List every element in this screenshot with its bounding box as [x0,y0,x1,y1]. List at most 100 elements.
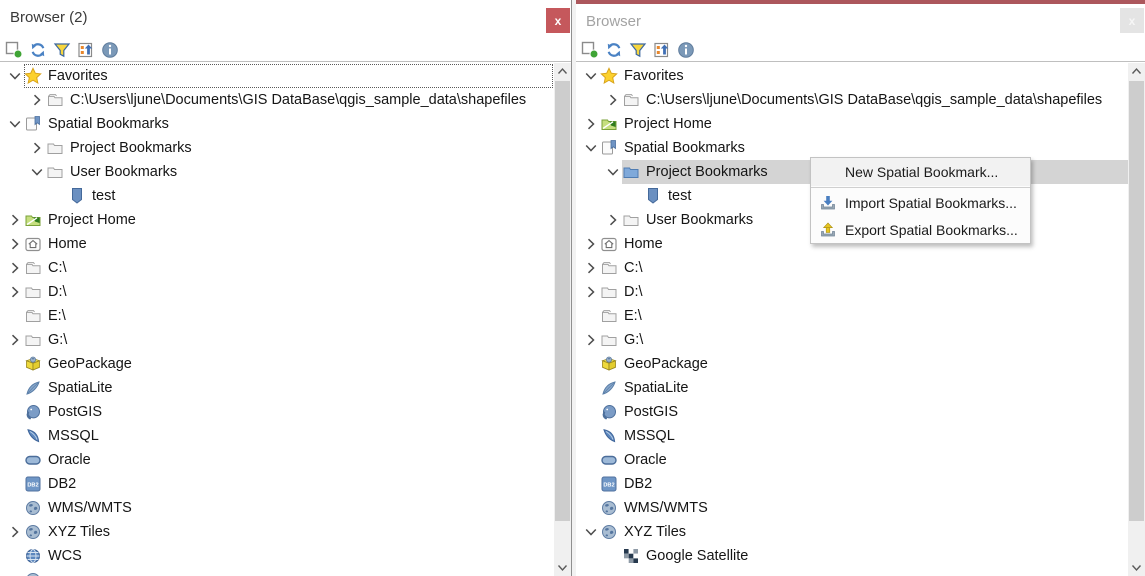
chevron-down-icon[interactable] [28,160,46,184]
scroll-down-button[interactable] [554,559,571,576]
tree-item[interactable]: C:\ [576,256,1128,280]
scroll-up-button[interactable] [1128,63,1145,80]
collapse-all-button[interactable] [653,41,671,59]
scroll-up-button[interactable] [554,63,571,80]
left-panel-toolbar [0,38,571,62]
tree-item-body: Favorites [24,64,554,88]
close-panel-button[interactable]: x [546,8,570,33]
chevron-down-icon[interactable] [604,160,622,184]
tree-item[interactable]: Favorites [0,64,554,88]
tree-item[interactable]: XYZ Tiles [576,520,1128,544]
tree-item[interactable]: MSSQL [0,424,554,448]
chevron-right-icon[interactable] [28,136,46,160]
tree-item[interactable]: Project Home [0,208,554,232]
refresh-button[interactable] [29,41,47,59]
tree-item[interactable]: D:\ [0,280,554,304]
chevron-right-icon[interactable] [582,112,600,136]
tree-item[interactable]: SpatiaLite [0,376,554,400]
chevron-right-icon[interactable] [6,280,24,304]
chevron-down-icon[interactable] [6,64,24,88]
tree-item[interactable]: WMS/WMTS [0,496,554,520]
chevron-right-icon[interactable] [604,88,622,112]
chevron-down-icon[interactable] [6,112,24,136]
chevron-down-icon[interactable] [582,64,600,88]
chevron-right-icon[interactable] [604,208,622,232]
tree-item[interactable]: E:\ [576,304,1128,328]
tree-item[interactable]: XYZ Tiles [0,520,554,544]
tree-item[interactable]: Project Bookmarks [0,136,554,160]
scroll-down-button[interactable] [1128,559,1145,576]
tree-item[interactable]: Google Satellite [576,544,1128,568]
collapse-all-button[interactable] [77,41,95,59]
menu-item[interactable]: New Spatial Bookmark... [811,158,1030,186]
tree-item[interactable]: C:\Users\ljune\Documents\GIS DataBase\qg… [576,88,1128,112]
tree-item[interactable] [0,568,554,576]
tree-item[interactable]: C:\ [0,256,554,280]
tree-item[interactable]: SpatiaLite [576,376,1128,400]
properties-button[interactable] [101,41,119,59]
folder-icon [46,163,64,181]
tree-item-label: MSSQL [48,428,99,444]
tree-item[interactable]: GeoPackage [0,352,554,376]
chevron-right-icon[interactable] [582,232,600,256]
expander-spacer [582,352,600,376]
filter-button[interactable] [53,41,71,59]
tree-item[interactable]: Favorites [576,64,1128,88]
home-icon [24,235,42,253]
tree-item-label: Project Home [624,116,712,132]
tree-item[interactable]: PostGIS [576,400,1128,424]
tree-item[interactable]: C:\Users\ljune\Documents\GIS DataBase\qg… [0,88,554,112]
tree-item[interactable]: D:\ [576,280,1128,304]
tree-item[interactable]: G:\ [0,328,554,352]
db2-icon: DB2 [600,475,618,493]
vertical-scrollbar[interactable] [554,63,571,576]
scrollbar-thumb[interactable] [1129,81,1144,521]
chevron-right-icon[interactable] [28,88,46,112]
filter-button[interactable] [629,41,647,59]
chevron-right-icon[interactable] [6,232,24,256]
tree-item[interactable]: MSSQL [576,424,1128,448]
tree-item[interactable]: E:\ [0,304,554,328]
chevron-right-icon[interactable] [6,208,24,232]
close-panel-button[interactable]: x [1120,8,1144,33]
chevron-right-icon[interactable] [6,328,24,352]
folder-open-icon [622,91,640,109]
tree-item[interactable]: Spatial Bookmarks [0,112,554,136]
properties-button[interactable] [677,41,695,59]
chevron-right-icon[interactable] [6,520,24,544]
chevron-down-icon[interactable] [582,136,600,160]
tree-item[interactable]: WMS/WMTS [576,496,1128,520]
tree-item[interactable]: Project Home [576,112,1128,136]
tree-item[interactable]: Oracle [576,448,1128,472]
tree-item-body: DB2DB2 [24,472,554,496]
tree-item-body: GeoPackage [24,352,554,376]
tree-item[interactable]: G:\ [576,328,1128,352]
chevron-right-icon[interactable] [6,256,24,280]
scrollbar-thumb[interactable] [555,81,570,521]
tree-item-body: Google Satellite [622,544,1128,568]
tree-item[interactable]: GeoPackage [576,352,1128,376]
chevron-right-icon[interactable] [582,280,600,304]
tree-item[interactable]: Home [0,232,554,256]
tree-item-label: WCS [48,548,82,564]
tree-item-label: test [92,188,115,204]
add-layer-button[interactable] [581,41,599,59]
tree-item[interactable]: Oracle [0,448,554,472]
tree-item[interactable]: test [0,184,554,208]
tree-item[interactable]: PostGIS [0,400,554,424]
refresh-button[interactable] [605,41,623,59]
left-panel-title: Browser (2) [10,9,88,26]
chevron-down-icon[interactable] [582,520,600,544]
tree-item-body: GeoPackage [600,352,1128,376]
vertical-scrollbar[interactable] [1128,63,1145,576]
chevron-right-icon[interactable] [582,256,600,280]
tree-item[interactable]: User Bookmarks [0,160,554,184]
add-layer-button[interactable] [5,41,23,59]
menu-item[interactable]: Import Spatial Bookmarks... [811,189,1030,216]
tree-item[interactable]: DB2DB2 [576,472,1128,496]
tree-item[interactable]: DB2DB2 [0,472,554,496]
tree-item[interactable]: WCS [0,544,554,568]
chevron-right-icon[interactable] [582,328,600,352]
tree-item-body: DB2DB2 [600,472,1128,496]
menu-item[interactable]: Export Spatial Bookmarks... [811,216,1030,243]
